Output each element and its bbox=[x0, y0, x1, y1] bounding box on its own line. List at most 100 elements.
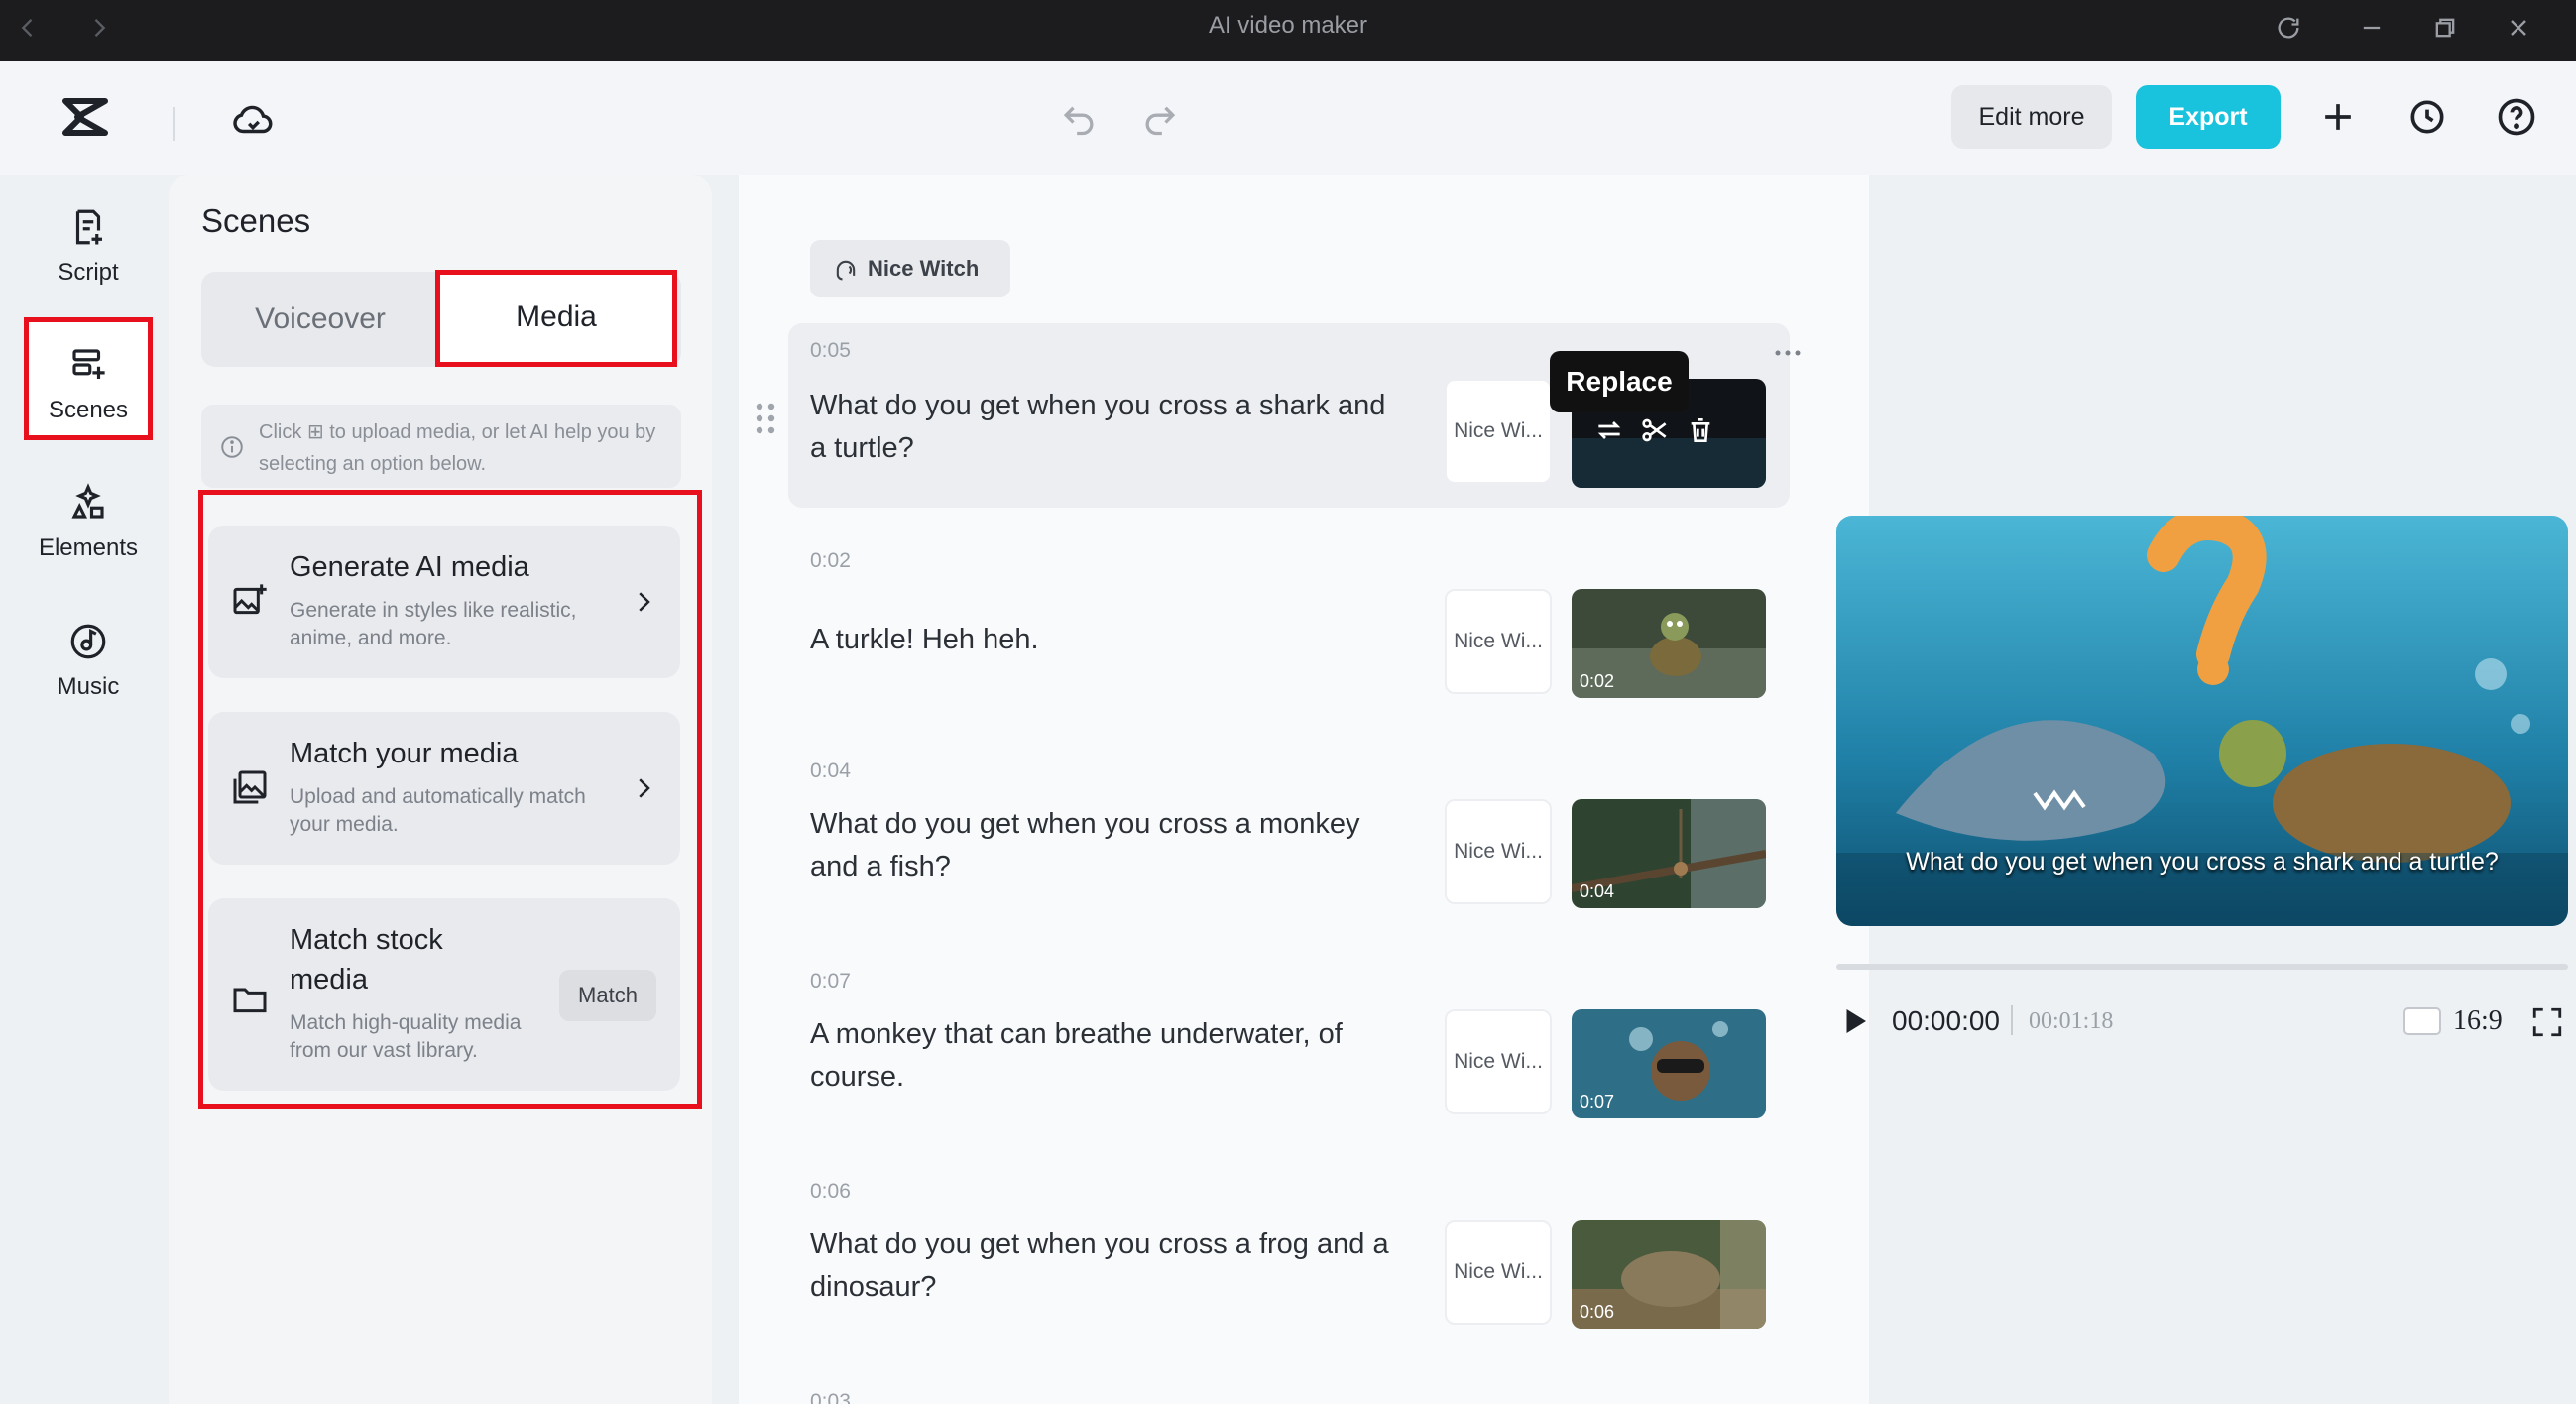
voice-icon bbox=[832, 256, 860, 284]
thumbnail-duration: 0:06 bbox=[1580, 1302, 1614, 1323]
edit-more-button[interactable]: Edit more bbox=[1951, 85, 2112, 149]
scene-row[interactable]: 0:02 A turkle! Heh heh. Nice Wi... 0:02 bbox=[788, 533, 1790, 718]
replace-icon[interactable] bbox=[1593, 414, 1625, 446]
scene-duration: 0:06 bbox=[810, 1180, 851, 1204]
scene-text[interactable]: A monkey that can breathe underwater, of… bbox=[810, 1013, 1405, 1099]
time-separator bbox=[2011, 1005, 2013, 1035]
play-icon[interactable] bbox=[1836, 1003, 1872, 1039]
left-nav: Script Scenes Elements Music bbox=[0, 175, 169, 1404]
chevron-right-icon bbox=[629, 587, 658, 617]
add-icon[interactable] bbox=[2316, 95, 2360, 139]
option-title: Match your media bbox=[290, 734, 519, 773]
scene-voice-button[interactable]: Nice Wi... bbox=[1445, 379, 1552, 484]
scene-text[interactable]: What do you get when you cross a monkey … bbox=[810, 803, 1405, 888]
nav-script[interactable]: Script bbox=[24, 184, 153, 307]
scene-duration: 0:02 bbox=[810, 549, 851, 573]
help-icon[interactable] bbox=[2495, 95, 2538, 139]
thumbnail-duration: 0:04 bbox=[1580, 881, 1614, 902]
scene-row[interactable]: 0:06 What do you get when you cross a fr… bbox=[788, 1164, 1790, 1348]
scene-voice-button[interactable]: Nice Wi... bbox=[1445, 799, 1552, 904]
restore-icon[interactable] bbox=[2425, 8, 2465, 48]
nav-elements-label: Elements bbox=[24, 534, 153, 562]
undo-icon[interactable] bbox=[1057, 95, 1101, 139]
aspect-ratio-icon[interactable] bbox=[2403, 1007, 2441, 1035]
minimize-icon[interactable] bbox=[2352, 8, 2392, 48]
nav-music-label: Music bbox=[24, 673, 153, 701]
tab-media[interactable]: Media bbox=[435, 270, 677, 367]
nav-script-label: Script bbox=[24, 259, 153, 287]
voice-selector[interactable]: Nice Witch bbox=[810, 240, 1010, 297]
chevron-right-icon bbox=[629, 773, 658, 803]
music-icon bbox=[67, 621, 109, 662]
trash-icon[interactable] bbox=[1685, 414, 1716, 446]
match-button[interactable]: Match bbox=[559, 970, 656, 1021]
history-icon[interactable] bbox=[2405, 95, 2449, 139]
export-button[interactable]: Export bbox=[2136, 85, 2281, 149]
match-your-media-option[interactable]: Match your media Upload and automaticall… bbox=[208, 712, 680, 865]
scene-duration: 0:04 bbox=[810, 760, 851, 783]
scene-text[interactable]: What do you get when you cross a frog an… bbox=[810, 1224, 1405, 1309]
scenes-icon bbox=[67, 344, 109, 386]
tab-voiceover[interactable]: Voiceover bbox=[201, 272, 439, 367]
scene-text[interactable]: What do you get when you cross a shark a… bbox=[810, 385, 1405, 470]
scene-duration: 0:07 bbox=[810, 970, 851, 994]
scene-thumbnail[interactable]: 0:07 bbox=[1572, 1009, 1766, 1118]
current-time: 00:00:00 bbox=[1892, 1003, 2000, 1039]
scene-text[interactable]: A turkle! Heh heh. bbox=[810, 619, 1405, 661]
script-area: Nice Witch 0:05 What do you get when you… bbox=[739, 175, 1869, 1404]
close-icon[interactable] bbox=[2499, 8, 2538, 48]
scene-thumbnail[interactable]: 0:04 bbox=[1572, 799, 1766, 908]
cloud-sync-icon[interactable] bbox=[230, 97, 276, 143]
option-desc: Upload and automatically match your medi… bbox=[290, 783, 587, 839]
scene-row[interactable]: 0:03 bbox=[788, 1374, 1790, 1404]
redo-icon[interactable] bbox=[1138, 95, 1182, 139]
scene-voice-button[interactable]: Nice Wi... bbox=[1445, 589, 1552, 694]
folder-icon bbox=[230, 980, 270, 1019]
option-title: Match stock media bbox=[290, 920, 478, 999]
scene-row[interactable]: 0:07 A monkey that can breathe underwate… bbox=[788, 954, 1790, 1138]
playback-scrubber[interactable] bbox=[1836, 964, 2568, 970]
info-text: Click ⊞ to upload media, or let AI help … bbox=[259, 416, 665, 480]
scene-thumbnail[interactable]: 0:02 bbox=[1572, 589, 1766, 698]
more-options-icon[interactable] bbox=[1770, 343, 1806, 363]
gallery-icon bbox=[230, 767, 270, 807]
info-icon bbox=[219, 434, 245, 460]
thumbnail-duration: 0:02 bbox=[1580, 671, 1614, 692]
scene-duration: 0:05 bbox=[810, 339, 851, 363]
match-stock-media-option[interactable]: Match stock media Match high-quality med… bbox=[208, 898, 680, 1091]
scene-thumbnail[interactable]: 0:06 bbox=[1572, 1220, 1766, 1329]
video-preview[interactable]: What do you get when you cross a shark a… bbox=[1836, 516, 2568, 926]
panel-title: Scenes bbox=[201, 202, 310, 240]
nav-elements[interactable]: Elements bbox=[24, 460, 153, 583]
total-time: 00:01:18 bbox=[2029, 1003, 2113, 1039]
nav-scenes[interactable]: Scenes bbox=[24, 317, 153, 440]
drag-handle-icon[interactable] bbox=[754, 399, 777, 438]
top-toolbar: Edit more Export bbox=[0, 61, 2576, 175]
toolbar-divider bbox=[173, 107, 175, 141]
scissors-icon[interactable] bbox=[1639, 414, 1671, 446]
fullscreen-icon[interactable] bbox=[2530, 1005, 2564, 1039]
option-desc: Generate in styles like realistic, anime… bbox=[290, 597, 587, 652]
scene-row[interactable]: 0:04 What do you get when you cross a mo… bbox=[788, 744, 1790, 928]
upload-info-banner: Click ⊞ to upload media, or let AI help … bbox=[201, 405, 681, 488]
scene-duration: 0:03 bbox=[810, 1390, 851, 1404]
elements-icon bbox=[67, 482, 109, 524]
hover-actions bbox=[1593, 414, 1744, 454]
preview-caption: What do you get when you cross a shark a… bbox=[1836, 849, 2568, 875]
scene-voice-button[interactable]: Nice Wi... bbox=[1445, 1220, 1552, 1325]
option-title: Generate AI media bbox=[290, 547, 529, 587]
title-bar: AI video maker bbox=[0, 0, 2576, 61]
nav-music[interactable]: Music bbox=[24, 599, 153, 722]
script-icon bbox=[67, 206, 109, 248]
replace-tooltip: Replace bbox=[1550, 351, 1689, 412]
panel-tab-switch: Voiceover Media bbox=[201, 272, 681, 367]
voice-name: Nice Witch bbox=[868, 240, 979, 297]
scene-voice-button[interactable]: Nice Wi... bbox=[1445, 1009, 1552, 1114]
option-desc: Match high-quality media from our vast l… bbox=[290, 1009, 547, 1065]
thumbnail-duration: 0:07 bbox=[1580, 1092, 1614, 1112]
app-logo-icon bbox=[59, 91, 111, 143]
refresh-icon[interactable] bbox=[2269, 8, 2308, 48]
window-title: AI video maker bbox=[0, 0, 2576, 61]
generate-ai-media-option[interactable]: Generate AI media Generate in styles lik… bbox=[208, 526, 680, 678]
aspect-ratio-label[interactable]: 16:9 bbox=[2453, 1003, 2503, 1039]
